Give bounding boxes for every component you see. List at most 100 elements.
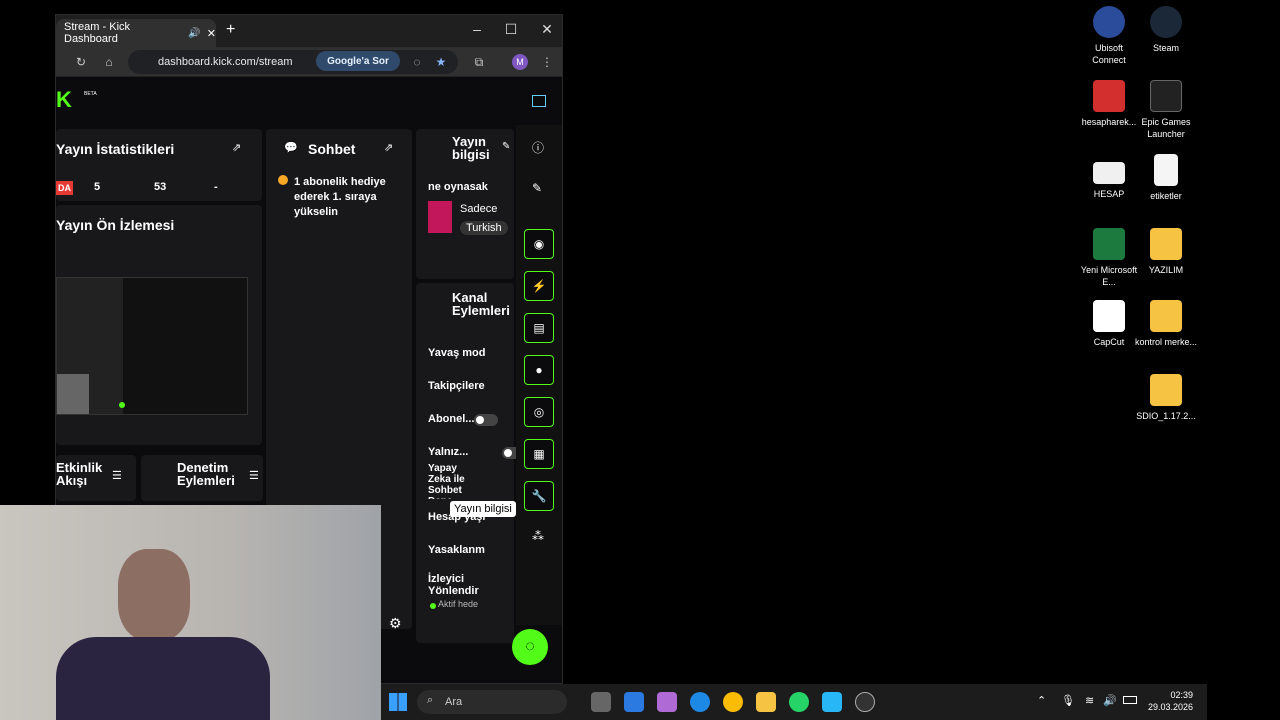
- desktop-icon-excel[interactable]: Yeni Microsoft E...: [1077, 228, 1141, 288]
- category-thumb: [428, 201, 452, 233]
- stat-value-2: 53: [154, 181, 167, 193]
- steam-label: Steam: [1152, 43, 1179, 53]
- edit-icon[interactable]: ✎: [502, 141, 510, 152]
- active-dot: [430, 603, 436, 609]
- task-view-icon[interactable]: [591, 692, 611, 712]
- chat-button[interactable]: ●: [524, 355, 554, 385]
- sdio-label: SDIO_1.17.2...: [1136, 411, 1196, 421]
- popout-icon[interactable]: ⇗: [232, 141, 241, 154]
- moderation-panel: Denetim Eylemleri ☰: [141, 455, 263, 501]
- broadcast-button[interactable]: ◎: [524, 397, 554, 427]
- capcut-label: CapCut: [1093, 337, 1125, 347]
- wifi-icon[interactable]: ≋: [1085, 694, 1094, 707]
- search-text: Ara: [445, 696, 463, 708]
- stat-value-1: 5: [94, 181, 101, 193]
- maximize-button[interactable]: ☐: [500, 21, 522, 41]
- action-bans[interactable]: Yasaklanm: [428, 544, 485, 556]
- ubisoft-icon: [1093, 6, 1125, 38]
- url-text: dashboard.kick.com/stream: [158, 56, 293, 68]
- subs-toggle[interactable]: [474, 414, 498, 426]
- desktop-icon-steam[interactable]: Steam: [1134, 6, 1198, 54]
- star-icon[interactable]: ★: [432, 53, 450, 71]
- action-viewer-redirect[interactable]: İzleyici Yönlendir: [428, 573, 514, 597]
- clock[interactable]: 02:39 29.03.2026: [1145, 689, 1193, 713]
- epic-icon: [1150, 80, 1182, 112]
- action-only[interactable]: Yalnız...: [428, 446, 468, 458]
- desktop-icon-yazilim[interactable]: YAZILIM: [1134, 228, 1198, 276]
- filter-icon-2[interactable]: ☰: [249, 469, 259, 482]
- notes-button[interactable]: ▤: [524, 313, 554, 343]
- lightning-button[interactable]: ⚡: [524, 271, 554, 301]
- app-icon[interactable]: [822, 692, 842, 712]
- pdf-icon: [1093, 80, 1125, 112]
- reload-icon[interactable]: ↻: [72, 53, 90, 71]
- tray-chevron-icon[interactable]: ⌃: [1037, 694, 1046, 707]
- close-window-button[interactable]: ✕: [536, 21, 558, 41]
- filter-icon[interactable]: ☰: [112, 469, 122, 482]
- mic-icon[interactable]: 🎙: [1061, 694, 1075, 707]
- obs-icon[interactable]: [855, 692, 875, 712]
- avatar[interactable]: M: [512, 54, 528, 70]
- etiketler-label: etiketler: [1150, 191, 1182, 201]
- popout-icon-chat[interactable]: ⇗: [384, 141, 393, 154]
- kick-logo[interactable]: K: [56, 87, 72, 113]
- speaker-icon: 🔊: [188, 27, 201, 39]
- desktop-icon-epic[interactable]: Epic Games Launcher: [1134, 80, 1198, 140]
- explorer-icon[interactable]: [756, 692, 776, 712]
- layout-icon[interactable]: [532, 95, 546, 107]
- action-ai-chat[interactable]: Yapay Zeka ile Sohbet Dene: [428, 463, 478, 499]
- desktop-icon-etiketler[interactable]: etiketler: [1134, 154, 1198, 202]
- action-followers[interactable]: Takipçilere: [428, 380, 485, 392]
- desktop-icon-pdf[interactable]: hesapharek...: [1077, 80, 1141, 128]
- desktop-icon-ubisoft[interactable]: Ubisoft Connect: [1077, 6, 1141, 66]
- volume-icon[interactable]: 🔊: [1103, 694, 1117, 707]
- media-button[interactable]: ▦: [524, 439, 554, 469]
- action-subs[interactable]: Abonel...: [428, 413, 474, 425]
- info-icon[interactable]: ⓘ: [532, 139, 544, 156]
- preview-image: [56, 277, 248, 415]
- google-ask-label: Google'a Sor: [327, 55, 389, 67]
- support-button[interactable]: ◌: [512, 629, 548, 665]
- text-file-icon: [1154, 154, 1178, 186]
- search-box[interactable]: Ara: [417, 690, 567, 714]
- edge-icon[interactable]: [690, 692, 710, 712]
- hesap-icon: [1093, 162, 1125, 184]
- copilot-icon[interactable]: [657, 692, 677, 712]
- stats-panel: Yayın İstatistikleri ⇗ DA 5 53 -: [56, 129, 262, 201]
- chat-icon: 💬: [284, 142, 298, 154]
- wrench-button[interactable]: 🔧: [524, 481, 554, 511]
- camera-button[interactable]: ◉: [524, 229, 554, 259]
- info-title: Yayın bilgisi: [452, 134, 490, 162]
- desktop-icon-kontrol[interactable]: kontrol merke...: [1134, 300, 1198, 348]
- whatsapp-icon[interactable]: [789, 692, 809, 712]
- webcam-overlay: [0, 505, 381, 720]
- minimize-button[interactable]: –: [466, 21, 488, 41]
- search-icon: ⌕: [427, 694, 434, 706]
- windows-start-icon[interactable]: [389, 693, 407, 711]
- menu-icon[interactable]: ⋮: [538, 53, 556, 71]
- pencil-icon[interactable]: ✎: [532, 181, 542, 195]
- extensions-icon[interactable]: ⧉: [470, 53, 488, 71]
- action-slow-mode[interactable]: Yavaş mod: [428, 347, 485, 359]
- tab-stream[interactable]: Stream - Kick Dashboard 🔊 ✕: [56, 19, 216, 47]
- google-ask-button[interactable]: Google'a Sor: [316, 51, 400, 71]
- home-icon[interactable]: ⌂: [100, 53, 118, 71]
- share-icon[interactable]: ⁂: [532, 529, 544, 543]
- folder-icon-2: [1150, 300, 1182, 332]
- eye-off-icon[interactable]: ◌: [408, 53, 426, 71]
- desktop-icon-sdio[interactable]: SDIO_1.17.2...: [1134, 374, 1198, 422]
- battery-icon[interactable]: [1123, 696, 1137, 704]
- desktop-icon-capcut[interactable]: CapCut: [1077, 300, 1141, 348]
- store-icon[interactable]: [624, 692, 644, 712]
- ubisoft-label: Ubisoft Connect: [1092, 43, 1126, 65]
- clock-time: 02:39: [1170, 690, 1193, 700]
- close-tab-icon[interactable]: ✕: [207, 27, 216, 40]
- chrome-icon[interactable]: [723, 692, 743, 712]
- new-tab-button[interactable]: +: [226, 21, 235, 39]
- excel-label: Yeni Microsoft E...: [1080, 265, 1138, 287]
- desktop-icon-hesap[interactable]: HESAP: [1077, 154, 1141, 200]
- stream-info-panel: Yayın bilgisi ✎ ne oynasak Sadece Turkis…: [416, 129, 514, 279]
- settings-icon[interactable]: ⚙: [389, 615, 402, 632]
- action-active-host[interactable]: Aktif hede: [438, 599, 478, 609]
- channel-actions-panel: Kanal Eylemleri Yavaş mod Takipçilere Ab…: [416, 283, 527, 643]
